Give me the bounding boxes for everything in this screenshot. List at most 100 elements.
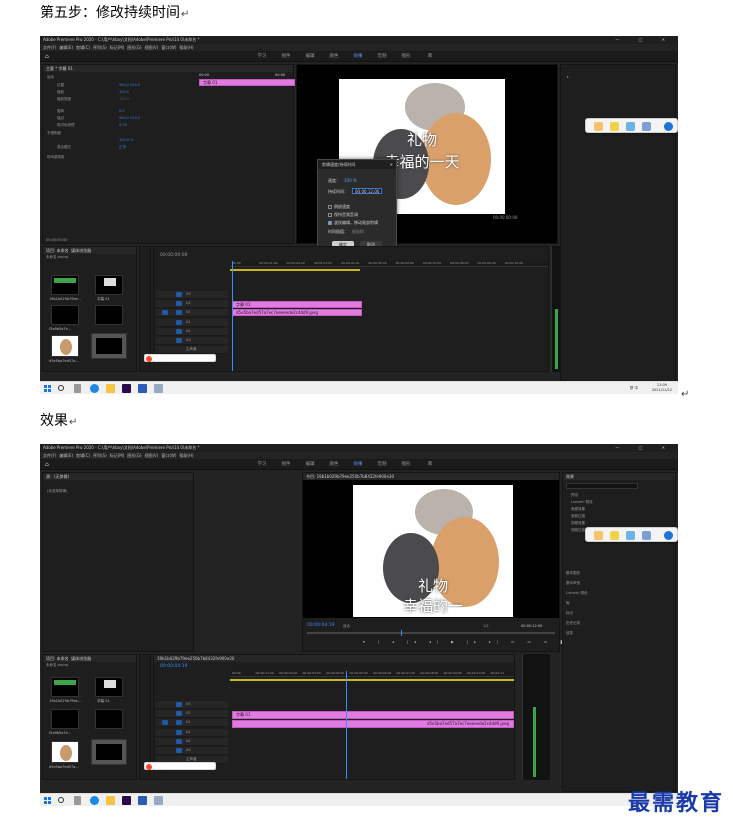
menu-clip[interactable]: 剪辑(C) <box>76 453 90 458</box>
panel-history[interactable]: 历史记录 <box>566 621 580 626</box>
panel-lumetri-color[interactable]: Lumetri 颜色 <box>566 591 588 596</box>
menu-window[interactable]: 窗口(W) <box>161 45 176 50</box>
effect-item-position[interactable]: 位置 <box>57 83 64 88</box>
app-icon[interactable] <box>154 796 163 805</box>
effect-value-opacity[interactable]: 100.0 % <box>119 138 133 143</box>
edge-icon[interactable] <box>90 384 99 393</box>
reverse-checkbox[interactable] <box>328 205 332 209</box>
ws-editing[interactable]: 编辑 <box>298 51 322 62</box>
media-thumb-title[interactable] <box>95 275 123 295</box>
timeline-playhead[interactable] <box>346 671 347 779</box>
ws-libraries[interactable]: 库 <box>418 459 442 470</box>
ws-learn[interactable]: 学习 <box>250 459 274 470</box>
menu-markers[interactable]: 标记(M) <box>110 453 125 458</box>
menu-sequence[interactable]: 序列(S) <box>93 45 107 50</box>
panel-info[interactable]: 信息 <box>566 631 573 636</box>
reverse-option[interactable]: 倒放速度 <box>328 204 350 210</box>
ws-libraries[interactable]: 库 <box>418 51 442 62</box>
clip-image-v1[interactable]: d5e5ba7ed57a7ec7eeeeede2c4dd9.jpeg <box>232 720 514 728</box>
timeline-timecode[interactable]: 00:00:04:19 <box>160 664 187 670</box>
effect-item-blend[interactable]: 混合模式 <box>57 145 71 150</box>
panel-essential-graphics[interactable]: 基本图形 <box>566 571 580 576</box>
effects-tree-lumetri[interactable]: Lumetri 预设 <box>571 500 593 505</box>
interp-select[interactable]: 帧采样 <box>352 229 364 234</box>
media-thumb-4[interactable] <box>95 305 123 325</box>
windows-start-icon[interactable] <box>44 797 51 804</box>
comment-icon[interactable] <box>610 531 619 540</box>
media-thumb-6[interactable] <box>91 739 127 765</box>
ws-effects[interactable]: 效果 <box>346 51 370 62</box>
menu-sequence[interactable]: 序列(S) <box>93 453 107 458</box>
edge-icon[interactable] <box>90 796 99 805</box>
app-icon[interactable] <box>154 384 163 393</box>
help-icon[interactable] <box>664 122 673 131</box>
clip-title-v2[interactable]: 字幕 01 <box>232 711 514 719</box>
work-area-bar[interactable] <box>230 679 514 681</box>
clip-image-v1[interactable]: d5e5ba7ed57a7ec7eeeeede2c4dd9.jpeg <box>232 309 362 316</box>
tab-project[interactable]: 项目: 未命名 <box>46 656 69 661</box>
effect-value-blend[interactable]: 正常 <box>119 145 126 150</box>
ripple-option[interactable]: 波纹编辑，移动尾部剪辑 <box>328 220 378 226</box>
audio-pitch-checkbox[interactable] <box>328 213 332 217</box>
menu-window[interactable]: 窗口(W) <box>161 453 176 458</box>
timeline-timecode[interactable]: 00:00:00:00 <box>160 253 187 259</box>
effect-item-motion[interactable]: 运动 <box>47 75 54 80</box>
menu-markers[interactable]: 标记(M) <box>110 45 125 50</box>
search-icon[interactable] <box>58 797 64 803</box>
effects-tree-video-effects[interactable]: 视频效果 <box>571 521 585 526</box>
effect-item-flicker[interactable]: 防闪烁滤镜 <box>57 123 75 128</box>
panel-essential-sound[interactable]: 基本声音 <box>566 581 580 586</box>
menu-clip[interactable]: 剪辑(C) <box>76 45 90 50</box>
effect-clip-bar[interactable]: 字幕 01 <box>199 79 295 86</box>
menu-view[interactable]: 视图(V) <box>144 45 158 50</box>
transport-controls[interactable]: ▾ | ◂ |◂ ◂| ▶ |▸ ▸| ▭ ▭ ▭ ◙ <box>363 640 570 645</box>
effect-item-anchor[interactable]: 锚点 <box>57 116 64 121</box>
tab-media-browser[interactable]: 媒体浏览器 <box>71 248 91 253</box>
floating-toolbar[interactable] <box>585 118 678 133</box>
home-icon[interactable]: ⌂ <box>45 53 52 60</box>
taskbar-clock[interactable]: 11:09 2021/11/12 <box>652 383 672 393</box>
ws-audio[interactable]: 音频 <box>370 51 394 62</box>
ws-assembly[interactable]: 组件 <box>274 459 298 470</box>
menu-file[interactable]: 文件(F) <box>43 45 56 50</box>
system-tray[interactable]: 拼 中 <box>630 386 638 391</box>
panel-libraries[interactable]: 库 <box>566 601 570 606</box>
menu-graphics[interactable]: 图形(G) <box>127 45 141 50</box>
effect-value-scale[interactable]: 100.0 <box>119 90 129 95</box>
taskview-icon[interactable] <box>74 384 81 393</box>
ime-toolbar[interactable] <box>144 762 216 770</box>
fit-select[interactable]: 适合 <box>343 624 350 629</box>
tab-media-browser[interactable]: 媒体浏览器 <box>71 656 91 661</box>
zoom-icon[interactable] <box>642 531 651 540</box>
ws-color[interactable]: 颜色 <box>322 51 346 62</box>
media-thumb-3[interactable] <box>51 305 79 325</box>
effects-tree-audio-effects[interactable]: 音频效果 <box>571 507 585 512</box>
menu-edit[interactable]: 编辑(E) <box>59 45 73 50</box>
floating-toolbar[interactable] <box>585 527 678 542</box>
ws-editing[interactable]: 编辑 <box>298 459 322 470</box>
program-playhead[interactable] <box>401 630 402 636</box>
effects-search-input[interactable] <box>566 483 638 489</box>
speed-value[interactable]: 100 % <box>344 178 357 183</box>
timeline-playhead[interactable] <box>232 261 233 371</box>
effect-item-scale[interactable]: 缩放 <box>57 90 64 95</box>
media-thumb-6[interactable] <box>91 333 127 359</box>
dialog-close-icon[interactable]: ✕ <box>390 160 393 169</box>
window-controls[interactable]: — □ ✕ <box>615 36 674 44</box>
word-icon[interactable] <box>138 384 147 393</box>
effect-value-position[interactable]: 960.0 540.0 <box>119 83 140 88</box>
effect-value-rotation[interactable]: 0.0 <box>119 109 125 114</box>
ws-graphics[interactable]: 图形 <box>394 459 418 470</box>
clip-title-v2[interactable]: 字幕 01 <box>232 301 362 308</box>
ws-graphics[interactable]: 图形 <box>394 51 418 62</box>
hand-icon[interactable] <box>594 122 603 131</box>
menu-help[interactable]: 帮助(H) <box>179 453 193 458</box>
export-icon[interactable] <box>626 531 635 540</box>
resolution-select[interactable]: 1/2 <box>483 624 489 629</box>
program-current-tc[interactable]: 00:00:04:19 <box>307 623 334 629</box>
media-thumb-sequence[interactable] <box>51 677 79 697</box>
duration-field[interactable]: 00:00:12;00 <box>352 188 382 194</box>
menu-file[interactable]: 文件(F) <box>43 453 56 458</box>
window-controls[interactable]: — □ ✕ <box>615 444 674 452</box>
effect-item-opacity[interactable]: 不透明度 <box>47 131 61 136</box>
